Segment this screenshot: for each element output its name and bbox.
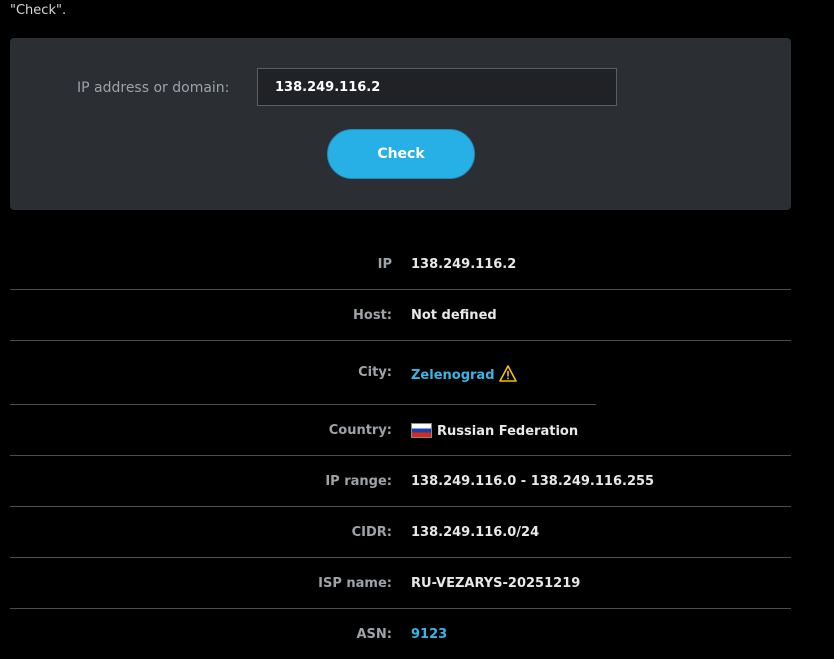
result-row-city: City: Zelenograd — [10, 341, 791, 405]
asn-link[interactable]: 9123 — [411, 627, 447, 642]
result-row-country: Country: Russian Federation — [10, 405, 791, 456]
host-value: Not defined — [411, 308, 497, 323]
isp-value: RU-VEZARYS-20251219 — [411, 576, 581, 591]
ip-input[interactable] — [257, 68, 617, 106]
city-link[interactable]: Zelenograd — [411, 368, 495, 383]
result-row-host: Host: Not defined — [10, 290, 791, 341]
russia-flag-icon — [411, 423, 432, 438]
ip-label: IP — [377, 257, 392, 272]
result-row-ip-range: IP range: 138.249.116.0 - 138.249.116.25… — [10, 456, 791, 507]
result-row-cidr: CIDR: 138.249.116.0/24 — [10, 507, 791, 558]
intro-text: "Check". — [10, 3, 67, 18]
result-row-asn: ASN: 9123 — [10, 609, 791, 659]
isp-label: ISP name: — [318, 576, 392, 591]
cidr-label: CIDR: — [351, 525, 392, 540]
cidr-value: 138.249.116.0/24 — [411, 525, 540, 540]
asn-label: ASN: — [356, 627, 392, 642]
lookup-form: IP address or domain: Check — [10, 38, 791, 210]
country-label: Country: — [328, 423, 392, 438]
host-label: Host: — [353, 308, 392, 323]
check-button[interactable]: Check — [327, 129, 475, 179]
ip-input-label: IP address or domain: — [77, 80, 230, 96]
result-row-ip: IP 138.249.116.2 — [10, 239, 791, 290]
result-row-isp: ISP name: RU-VEZARYS-20251219 — [10, 558, 791, 609]
results-table: IP 138.249.116.2 Host: Not defined City:… — [10, 239, 791, 659]
country-value-wrap: Russian Federation — [411, 423, 578, 439]
city-value-wrap: Zelenograd — [411, 365, 517, 386]
ip-range-value: 138.249.116.0 - 138.249.116.255 — [411, 474, 655, 489]
country-value: Russian Federation — [437, 424, 579, 439]
ip-value: 138.249.116.2 — [411, 257, 517, 272]
city-label: City: — [358, 365, 392, 380]
warning-icon[interactable] — [498, 365, 517, 386]
ip-range-label: IP range: — [325, 474, 392, 489]
